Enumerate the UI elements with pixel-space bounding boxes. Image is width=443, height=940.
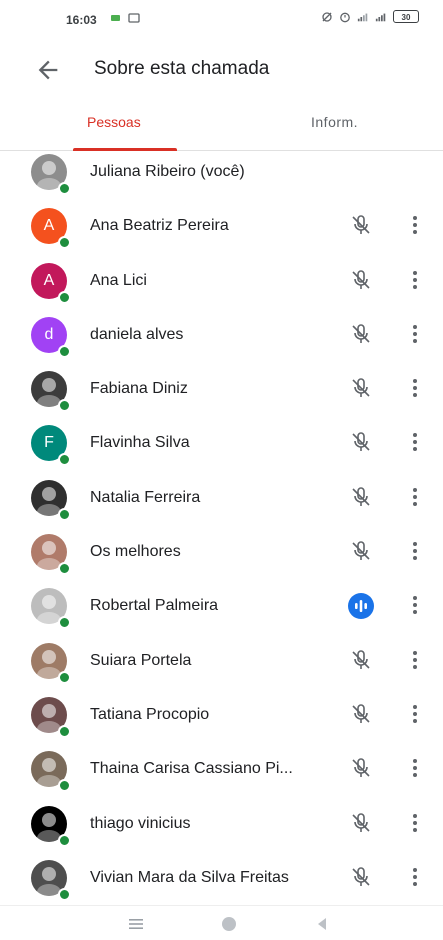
more-vert-icon[interactable] <box>405 811 425 835</box>
more-vert-icon[interactable] <box>405 702 425 726</box>
participant-row[interactable]: Tatiana Procopio <box>0 688 443 742</box>
participant-name: Os melhores <box>90 543 181 561</box>
participant-row[interactable]: Os melhores <box>0 525 443 579</box>
mic-off-icon <box>352 378 370 398</box>
participant-row[interactable]: F Flavinha Silva <box>0 416 443 470</box>
participant-name: Flavinha Silva <box>90 434 190 452</box>
more-vert-icon[interactable] <box>405 213 425 237</box>
mic-off-icon <box>352 541 370 561</box>
participant-name: Thaina Carisa Cassiano Pi... <box>90 760 293 778</box>
more-vert-icon[interactable] <box>405 593 425 617</box>
mic-off-icon <box>352 812 370 832</box>
cast-icon <box>128 13 140 23</box>
participant-name: Robertal Palmeira <box>90 597 219 615</box>
presence-dot <box>58 724 71 738</box>
presence-dot <box>58 670 71 684</box>
presence-dot <box>58 290 71 304</box>
tab-info[interactable]: Inform. <box>311 114 358 130</box>
page-title: Sobre esta chamada <box>94 58 270 79</box>
participant-row[interactable]: A Ana Beatriz Pereira <box>0 199 443 253</box>
tab-people[interactable]: Pessoas <box>87 114 141 130</box>
mic-off-icon <box>352 324 370 343</box>
presence-dot <box>58 453 71 467</box>
presence-dot <box>58 562 71 576</box>
more-vert-icon[interactable] <box>405 865 425 889</box>
participant-name: Suiara Portela <box>90 651 192 669</box>
audio-wave-icon <box>348 593 374 620</box>
mic-off-icon <box>352 704 370 723</box>
participant-name: Ana Lici <box>90 271 147 289</box>
presence-dot <box>58 236 71 250</box>
presence-dot <box>58 507 71 521</box>
presence-dot <box>58 344 71 358</box>
mic-off-icon <box>352 432 370 452</box>
presence-dot <box>58 833 71 847</box>
more-vert-icon[interactable] <box>405 756 425 780</box>
back-nav-icon[interactable] <box>312 914 332 934</box>
participant-row[interactable]: Suiara Portela <box>0 634 443 688</box>
presence-dot <box>58 399 71 413</box>
participant-name: Juliana Ribeiro (você) <box>90 163 245 180</box>
participant-row[interactable]: Robertal Palmeira <box>0 579 443 633</box>
status-right-icons: 30 <box>321 10 419 23</box>
alarm-icon <box>340 12 350 22</box>
participant-row[interactable]: d daniela alves <box>0 308 443 362</box>
menu-icon[interactable] <box>126 914 146 934</box>
participant-list: Juliana Ribeiro (você) A Ana Beatriz Perei… <box>0 145 443 905</box>
home-icon[interactable] <box>219 914 239 934</box>
presence-dot <box>58 779 71 793</box>
tab-bar: Pessoas Inform. <box>0 102 443 151</box>
more-vert-icon[interactable] <box>405 539 425 563</box>
status-bar: 16:03 30 <box>0 0 443 40</box>
participant-name: Natalia Ferreira <box>90 488 201 506</box>
more-vert-icon[interactable] <box>405 322 425 346</box>
participant-name: Vivian Mara da Silva Freitas <box>90 868 289 886</box>
signal-2-icon <box>375 13 386 21</box>
app-bar: Sobre esta chamada <box>0 46 443 94</box>
status-time: 16:03 <box>66 13 97 27</box>
participant-name: Fabiana Diniz <box>90 380 188 398</box>
mic-off-icon <box>352 215 370 235</box>
mute-icon <box>322 11 332 22</box>
arrow-back-icon[interactable] <box>34 56 62 84</box>
notification-icon <box>111 15 120 21</box>
participant-row[interactable]: Fabiana Diniz <box>0 362 443 416</box>
participant-row[interactable]: Vivian Mara da Silva Freitas <box>0 851 443 905</box>
participant-row[interactable]: Juliana Ribeiro (você) <box>0 145 443 199</box>
mic-off-icon <box>352 649 370 669</box>
signal-icon <box>357 13 368 21</box>
mic-off-icon <box>352 269 370 289</box>
more-vert-icon[interactable] <box>405 268 425 292</box>
participant-row[interactable]: Natalia Ferreira <box>0 471 443 525</box>
system-nav-bar <box>0 905 443 940</box>
participant-row[interactable]: Thaina Carisa Cassiano Pi... <box>0 742 443 796</box>
more-vert-icon[interactable] <box>405 430 425 454</box>
participant-row[interactable]: A Ana Lici <box>0 254 443 308</box>
presence-dot <box>58 616 71 630</box>
more-vert-icon[interactable] <box>405 485 425 509</box>
more-vert-icon[interactable] <box>405 376 425 400</box>
battery-icon: 30 <box>393 10 419 23</box>
more-vert-icon[interactable] <box>405 648 425 672</box>
participant-name: thiago vinicius <box>90 814 191 832</box>
participant-name: Ana Beatriz Pereira <box>90 217 229 235</box>
status-left-icons <box>110 12 140 24</box>
mic-off-icon <box>352 486 370 506</box>
presence-dot <box>58 182 71 195</box>
participant-name: Tatiana Procopio <box>90 705 210 723</box>
presence-dot <box>58 887 71 901</box>
participant-row[interactable]: thiago vinicius <box>0 797 443 851</box>
mic-off-icon <box>352 758 370 778</box>
mic-off-icon <box>352 867 370 886</box>
participant-name: daniela alves <box>90 325 184 343</box>
